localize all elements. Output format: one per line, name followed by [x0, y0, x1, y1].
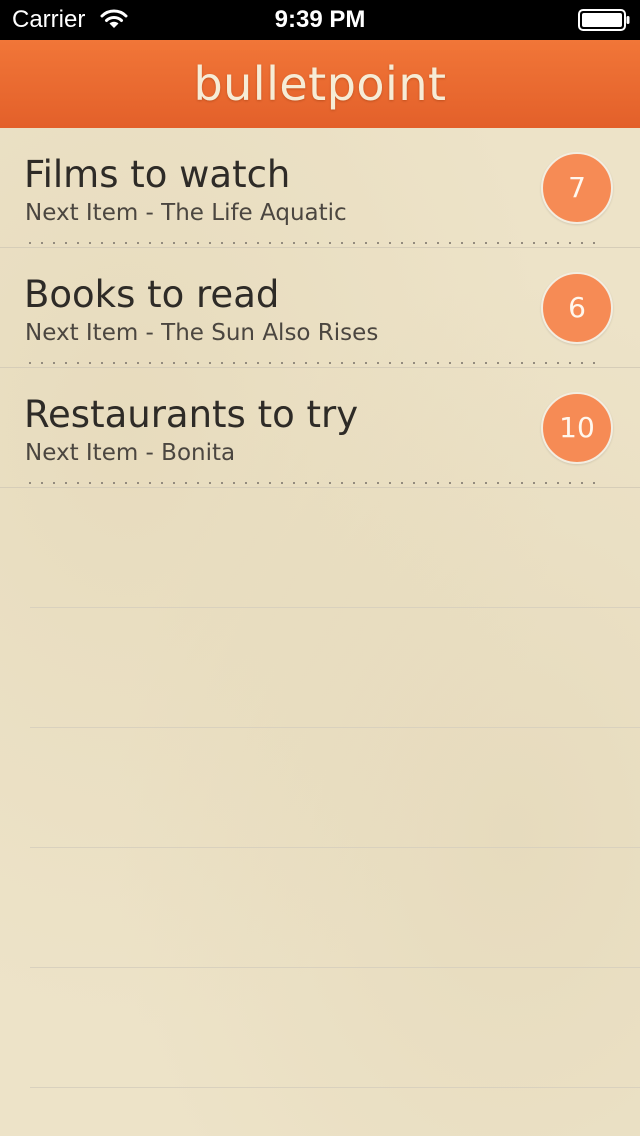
empty-row-line [30, 967, 640, 968]
battery-icon [578, 9, 630, 31]
list-item-restaurants[interactable]: Restaurants to try Next Item - Bonita 10 [0, 368, 640, 488]
list-item-films[interactable]: Films to watch Next Item - The Life Aqua… [0, 128, 640, 248]
count-badge: 10 [541, 392, 613, 464]
dotted-divider [24, 362, 604, 364]
status-time: 9:39 PM [274, 6, 366, 33]
empty-row-line [30, 607, 640, 608]
row-divider [0, 487, 640, 488]
app-title: bulletpoint [193, 57, 447, 111]
nav-bar: bulletpoint [0, 40, 640, 128]
list-item-books[interactable]: Books to read Next Item - The Sun Also R… [0, 248, 640, 368]
empty-row-line [30, 727, 640, 728]
list-item-subtitle: Next Item - The Sun Also Rises [25, 320, 379, 346]
status-bar: Carrier 9:39 PM [0, 0, 640, 40]
list-container: Films to watch Next Item - The Life Aqua… [0, 128, 640, 1136]
list-item-title: Books to read [24, 273, 280, 316]
list-item-title: Restaurants to try [24, 393, 359, 436]
list-item-title: Films to watch [24, 153, 291, 196]
dotted-divider [24, 242, 604, 244]
empty-row-line [30, 847, 640, 848]
list-item-subtitle: Next Item - Bonita [25, 440, 236, 466]
empty-row-line [30, 1087, 640, 1088]
count-badge: 7 [541, 152, 613, 224]
dotted-divider [24, 482, 604, 484]
count-badge: 6 [541, 272, 613, 344]
list-item-subtitle: Next Item - The Life Aquatic [25, 200, 347, 226]
